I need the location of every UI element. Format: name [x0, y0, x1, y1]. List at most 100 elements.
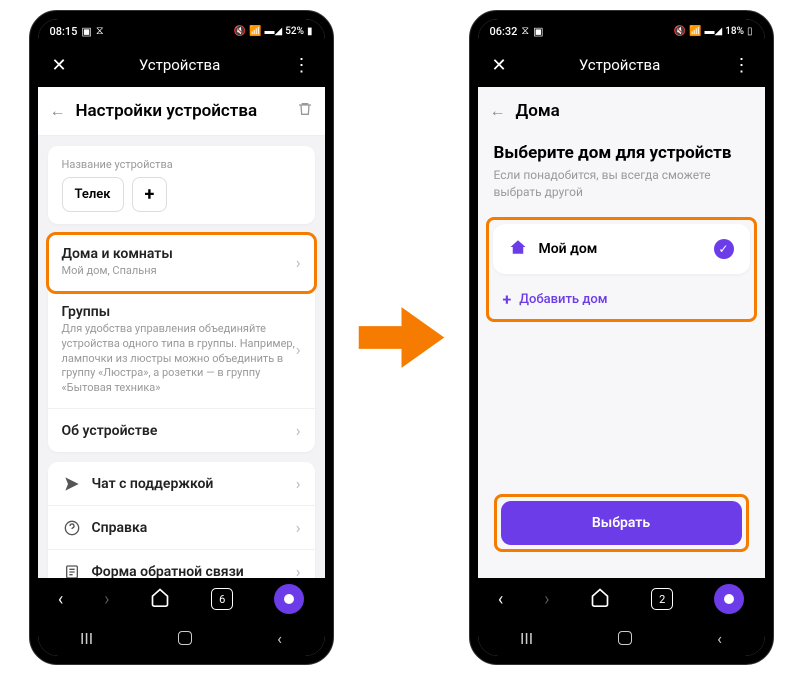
- tabs-count[interactable]: 2: [651, 588, 673, 610]
- home-button-icon[interactable]: [618, 631, 632, 645]
- alice-icon[interactable]: [274, 584, 304, 614]
- feedback-row[interactable]: Форма обратной связи ›: [48, 550, 315, 578]
- page-header: ← Настройки устройства: [38, 87, 325, 136]
- chat-title: Чат с поддержкой: [92, 476, 296, 492]
- back-icon[interactable]: ←: [50, 101, 66, 121]
- help-row[interactable]: Справка ›: [48, 506, 315, 550]
- appbar: ✕ Устройства ⋮: [478, 43, 765, 87]
- nav-back-icon[interactable]: ‹: [58, 589, 63, 610]
- groups-sub: Для удобства управления объединяйте устр…: [62, 322, 296, 396]
- nav-forward-icon[interactable]: ›: [104, 589, 109, 610]
- about-row[interactable]: Об устройстве ›: [48, 409, 315, 452]
- content: ← Настройки устройства Название устройст…: [38, 87, 325, 578]
- home-icon[interactable]: [590, 587, 610, 611]
- back-button-icon[interactable]: ‹: [277, 629, 282, 648]
- about-title: Об устройстве: [62, 423, 296, 439]
- browser-bar: ‹ › 6: [38, 578, 325, 620]
- statusbar: 06:32 ⧖ ▣ 🔇 📶 ▬◢ 18% ▯: [478, 19, 765, 43]
- page-header: ← Дома: [478, 87, 765, 127]
- chevron-right-icon: ›: [296, 340, 301, 359]
- camera-icon: ▣: [533, 25, 543, 38]
- appbar-title: Устройства: [579, 56, 660, 74]
- phone-left: 08:15 ▣ ⧖ 🔇 📶 ▬◢ 52% ▮ ✕ Устройства ⋮ ← …: [29, 10, 334, 665]
- more-icon[interactable]: ⋮: [732, 55, 750, 76]
- browser-bar: ‹ › 2: [478, 578, 765, 620]
- homes-rooms-sub: Мой дом, Спальня: [62, 264, 296, 279]
- status-time: 08:15: [50, 25, 78, 38]
- nav-back-icon[interactable]: ‹: [498, 589, 503, 610]
- status-time: 06:32: [490, 25, 518, 38]
- battery-pct: 52%: [285, 26, 304, 37]
- home-option-row[interactable]: Мой дом ✓: [493, 224, 750, 274]
- select-home-sub: Если понадобится, вы всегда сможете выбр…: [478, 167, 765, 211]
- recent-icon[interactable]: III: [520, 629, 533, 648]
- screen-left: 08:15 ▣ ⧖ 🔇 📶 ▬◢ 52% ▮ ✕ Устройства ⋮ ← …: [38, 19, 325, 656]
- select-home-title: Выберите дом для устройств: [478, 127, 765, 167]
- chevron-right-icon: ›: [296, 518, 301, 537]
- groups-title: Группы: [62, 304, 296, 320]
- help-title: Справка: [92, 520, 296, 536]
- homes-rooms-title: Дома и комнаты: [62, 246, 296, 262]
- signal-icon: ▬◢: [265, 26, 283, 37]
- device-name-chip[interactable]: Телек: [62, 177, 124, 212]
- home-option-label: Мой дом: [539, 241, 702, 257]
- close-icon[interactable]: ✕: [52, 55, 67, 76]
- page-title: Дома: [516, 101, 753, 121]
- add-home-row[interactable]: + Добавить дом: [493, 284, 750, 315]
- chevron-right-icon: ›: [296, 474, 301, 493]
- homes-list-highlight: Мой дом ✓ + Добавить дом: [486, 217, 757, 322]
- wifi-icon: 📶: [689, 26, 701, 37]
- appbar: ✕ Устройства ⋮: [38, 43, 325, 87]
- signal-icon: ▬◢: [705, 26, 723, 37]
- system-navbar: III ‹: [38, 620, 325, 656]
- add-name-button[interactable]: +: [132, 177, 168, 212]
- close-icon[interactable]: ✕: [492, 55, 507, 76]
- battery-icon: ▯: [747, 26, 753, 37]
- camera-icon: ▣: [81, 25, 91, 38]
- back-button-icon[interactable]: ‹: [717, 629, 722, 648]
- trash-icon[interactable]: [297, 101, 313, 121]
- device-name-card: Название устройства Телек +: [48, 146, 315, 224]
- chat-row[interactable]: Чат с поддержкой ›: [48, 462, 315, 506]
- nav-forward-icon[interactable]: ›: [544, 589, 549, 610]
- alice-icon[interactable]: [714, 584, 744, 614]
- screen-right: 06:32 ⧖ ▣ 🔇 📶 ▬◢ 18% ▯ ✕ Устройства ⋮ ← …: [478, 19, 765, 656]
- home-icon[interactable]: [150, 587, 170, 611]
- statusbar: 08:15 ▣ ⧖ 🔇 📶 ▬◢ 52% ▮: [38, 19, 325, 43]
- arrow-icon: [354, 290, 449, 385]
- mute-icon: 🔇: [674, 26, 686, 37]
- page-title: Настройки устройства: [76, 101, 287, 121]
- device-name-label: Название устройства: [62, 158, 301, 171]
- tabs-count[interactable]: 6: [211, 588, 233, 610]
- check-icon: ✓: [714, 239, 734, 259]
- chevron-right-icon: ›: [296, 253, 301, 272]
- phone-right: 06:32 ⧖ ▣ 🔇 📶 ▬◢ 18% ▯ ✕ Устройства ⋮ ← …: [469, 10, 774, 665]
- help-icon: [62, 520, 82, 536]
- chat-icon: [62, 476, 82, 492]
- alarm-icon: ⧖: [96, 24, 104, 38]
- add-home-label: Добавить дом: [519, 292, 607, 307]
- more-icon[interactable]: ⋮: [292, 55, 310, 76]
- settings-card: Дома и комнаты Мой дом, Спальня › Группы…: [48, 234, 315, 452]
- appbar-title: Устройства: [139, 56, 220, 74]
- chevron-right-icon: ›: [296, 562, 301, 578]
- system-navbar: III ‹: [478, 620, 765, 656]
- alarm-icon: ⧖: [521, 24, 529, 38]
- form-icon: [62, 564, 82, 578]
- battery-icon: ▮: [307, 26, 313, 37]
- select-button[interactable]: Выбрать: [501, 501, 742, 545]
- back-icon[interactable]: ←: [490, 101, 506, 121]
- home-icon: [509, 238, 527, 260]
- wifi-icon: 📶: [249, 26, 261, 37]
- mute-icon: 🔇: [234, 26, 246, 37]
- groups-row[interactable]: Группы Для удобства управления объединяй…: [48, 292, 315, 409]
- chevron-right-icon: ›: [296, 421, 301, 440]
- recent-icon[interactable]: III: [80, 629, 93, 648]
- feedback-title: Форма обратной связи: [92, 564, 296, 578]
- primary-button-highlight: Выбрать: [494, 494, 749, 552]
- battery-pct: 18%: [725, 26, 744, 37]
- plus-icon: +: [503, 290, 512, 309]
- content: ← Дома Выберите дом для устройств Если п…: [478, 87, 765, 578]
- homes-rooms-row[interactable]: Дома и комнаты Мой дом, Спальня ›: [48, 234, 315, 292]
- home-button-icon[interactable]: [178, 631, 192, 645]
